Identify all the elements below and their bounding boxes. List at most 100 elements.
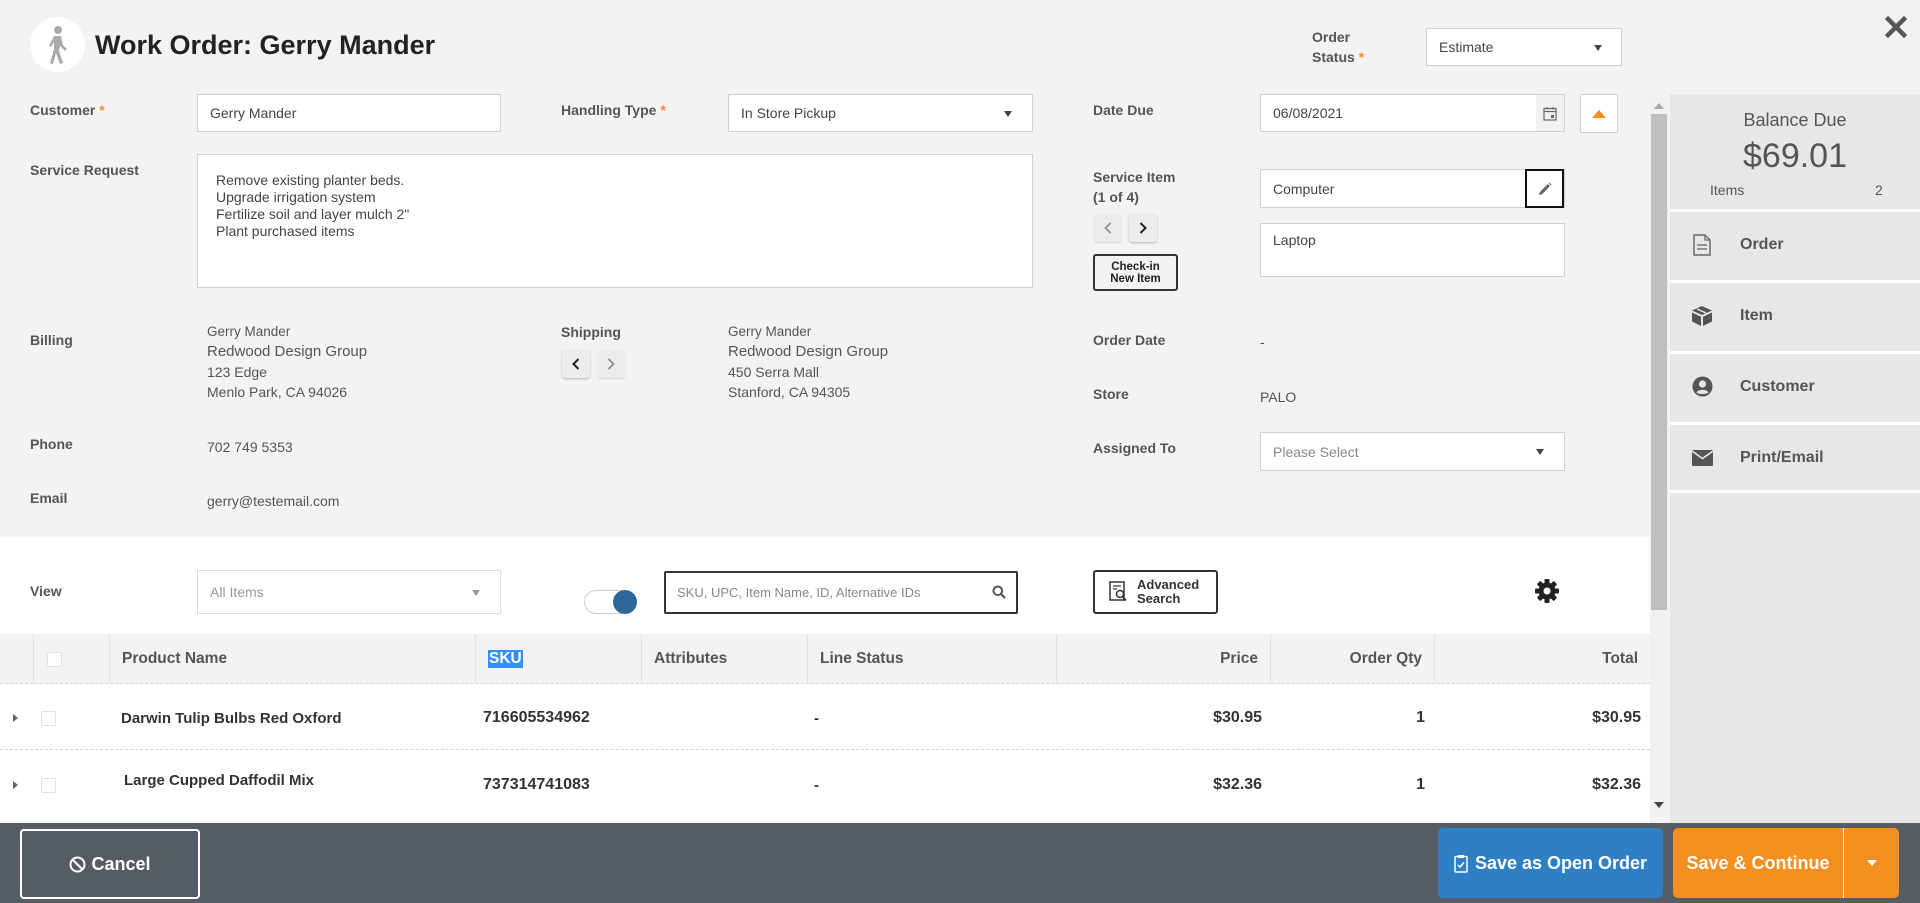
select-all-checkbox[interactable]: [47, 651, 62, 667]
save-as-open-order-button[interactable]: Save as Open Order: [1438, 828, 1663, 898]
chevron-down-icon: [1536, 449, 1544, 455]
select-all-column: [33, 634, 109, 684]
service-item-prev-button[interactable]: [1094, 214, 1122, 242]
walking-person-icon: [48, 25, 67, 64]
store-label: Store: [1093, 386, 1129, 402]
store-value: PALO: [1260, 389, 1297, 405]
column-line-status[interactable]: Line Status: [807, 634, 1056, 684]
price-cell: $32.36: [1213, 776, 1262, 793]
price-cell: $30.95: [1213, 709, 1262, 726]
panel-nav-print-email[interactable]: Print/Email: [1670, 422, 1920, 490]
box-icon: [1692, 305, 1712, 326]
qty-cell[interactable]: 1: [1300, 684, 1425, 752]
document-icon: [1693, 233, 1711, 256]
shipping-next-button[interactable]: [597, 350, 625, 378]
main-scrollbar[interactable]: [1650, 98, 1668, 815]
row-checkbox[interactable]: [41, 777, 56, 793]
phone-value: 702 749 5353: [207, 439, 293, 455]
service-item-name-field[interactable]: Computer: [1260, 169, 1565, 208]
chevron-left-icon: [1104, 222, 1112, 234]
column-order-qty[interactable]: Order Qty: [1270, 634, 1434, 684]
calendar-icon: [1543, 106, 1557, 121]
close-button[interactable]: [1884, 10, 1908, 44]
qty-cell[interactable]: 1: [1300, 751, 1425, 819]
service-item-label: Service Item (1 of 4): [1093, 169, 1176, 205]
collapse-header-button[interactable]: [1580, 94, 1618, 133]
check-in-new-item-button[interactable]: Check-in New Item: [1093, 254, 1178, 291]
row-checkbox[interactable]: [41, 710, 56, 726]
search-mode-toggle[interactable]: [584, 590, 637, 614]
table-row[interactable]: Large Cupped Daffodil Mix 737314741083 -…: [0, 751, 1650, 819]
date-due-field[interactable]: 06/08/2021: [1260, 94, 1565, 132]
customer-avatar: [30, 17, 85, 72]
service-request-label: Service Request: [30, 162, 139, 178]
chevron-down-icon: [472, 590, 480, 596]
item-search[interactable]: [664, 571, 1018, 614]
assigned-to-label: Assigned To: [1093, 440, 1176, 456]
order-summary-panel: Balance Due $69.01 Items 2 Order Item Cu…: [1670, 94, 1920, 824]
cancel-button[interactable]: Cancel: [20, 829, 200, 899]
line-status-cell: -: [814, 709, 819, 727]
email-label: Email: [30, 490, 68, 506]
shipping-prev-button[interactable]: [562, 350, 590, 378]
panel-nav-item[interactable]: Item: [1670, 280, 1920, 348]
close-icon: [1884, 15, 1908, 39]
chevron-right-icon: [1139, 222, 1147, 234]
line-status-cell: -: [814, 776, 819, 794]
balance-due-label: Balance Due: [1743, 110, 1847, 130]
chevron-down-icon: [1004, 111, 1012, 117]
chevron-left-icon: [572, 358, 580, 370]
column-sku[interactable]: SKU: [475, 634, 641, 684]
user-circle-icon: [1692, 376, 1712, 397]
calendar-button[interactable]: [1536, 95, 1564, 131]
table-row[interactable]: Darwin Tulip Bulbs Red Oxford 7166055349…: [0, 684, 1650, 752]
phone-label: Phone: [30, 436, 73, 452]
column-attributes[interactable]: Attributes: [641, 634, 807, 684]
view-label: View: [30, 583, 62, 599]
edit-service-item-button[interactable]: [1525, 169, 1564, 208]
order-status-select[interactable]: Estimate: [1426, 28, 1622, 66]
order-date-value: -: [1260, 334, 1265, 350]
items-count-label: Items: [1710, 182, 1745, 198]
customer-field[interactable]: Gerry Mander: [197, 94, 501, 132]
clipboard-check-icon: [1454, 854, 1468, 873]
total-cell: $32.36: [1592, 776, 1641, 793]
handling-type-select[interactable]: In Store Pickup: [728, 94, 1033, 132]
search-icon[interactable]: [992, 585, 1006, 599]
column-total[interactable]: Total: [1434, 634, 1650, 684]
order-status-label: Order Status *: [1312, 29, 1365, 65]
service-item-next-button[interactable]: [1129, 214, 1157, 242]
assigned-to-select[interactable]: Please Select: [1260, 432, 1565, 471]
gear-icon: [1535, 579, 1559, 603]
service-item-description-field[interactable]: Laptop: [1260, 223, 1565, 277]
column-product-name[interactable]: Product Name: [109, 634, 475, 684]
pencil-icon: [1538, 182, 1551, 195]
order-date-label: Order Date: [1093, 332, 1166, 348]
customer-label: Customer *: [30, 102, 105, 118]
chevron-right-icon: [607, 358, 615, 370]
email-value: gerry@testemail.com: [207, 493, 340, 509]
sku-cell: 737314741083: [483, 776, 590, 793]
scroll-up-arrow-icon[interactable]: [1654, 103, 1664, 109]
item-search-input[interactable]: [666, 573, 966, 612]
shipping-address: Gerry Mander Redwood Design Group 450 Se…: [728, 324, 889, 400]
sku-cell: 716605534962: [483, 709, 590, 726]
save-options-dropdown-button[interactable]: [1843, 828, 1899, 898]
panel-nav-customer[interactable]: Customer: [1670, 351, 1920, 419]
action-footer: Cancel Save as Open Order Save & Continu…: [0, 823, 1920, 903]
save-and-continue-button[interactable]: Save & Continue: [1673, 828, 1843, 898]
panel-nav-order[interactable]: Order: [1670, 209, 1920, 277]
advanced-search-button[interactable]: Advanced Search: [1093, 570, 1218, 614]
service-request-textarea[interactable]: Remove existing planter beds. Upgrade ir…: [197, 154, 1033, 288]
scroll-down-arrow-icon[interactable]: [1654, 802, 1664, 808]
caret-down-icon: [1866, 860, 1877, 866]
column-price[interactable]: Price: [1056, 634, 1270, 684]
ban-icon: [69, 856, 86, 872]
expand-row-icon[interactable]: [13, 781, 18, 789]
table-settings-button[interactable]: [1533, 577, 1561, 605]
envelope-icon: [1691, 449, 1713, 466]
view-select[interactable]: All Items: [197, 570, 501, 614]
scrollbar-thumb[interactable]: [1651, 114, 1667, 610]
expand-row-icon[interactable]: [13, 714, 18, 722]
shipping-label: Shipping: [561, 324, 621, 340]
